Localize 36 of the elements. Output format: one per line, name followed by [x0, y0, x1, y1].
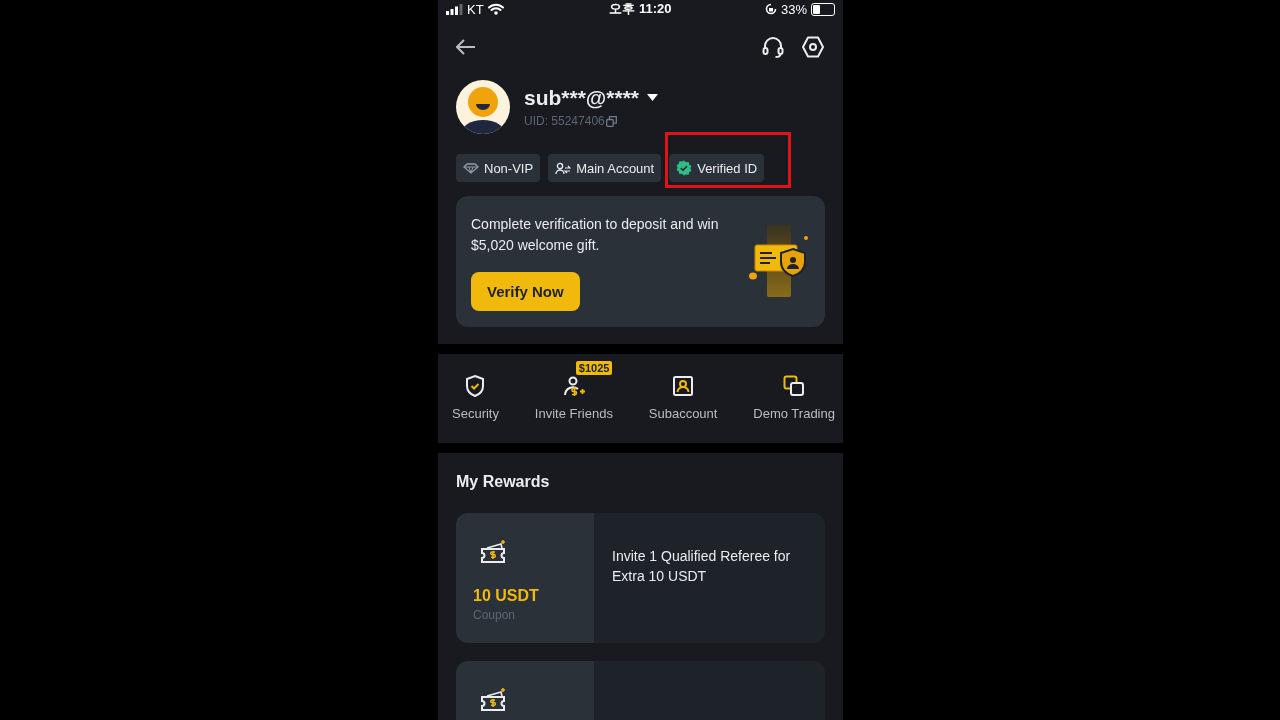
shortcut-button[interactable]: $1025 Invite Friends: [534, 360, 613, 421]
shortcut-button[interactable]: Subaccount: [648, 360, 718, 421]
section-title: My Rewards: [456, 473, 551, 491]
coupon-amount: 10 USDT: [473, 587, 539, 605]
verify-button[interactable]: Verify Now: [471, 272, 580, 311]
signal-icon: [446, 3, 463, 15]
account-tag[interactable]: Non-VIP: [456, 154, 541, 182]
reward-badge: $1025: [575, 361, 613, 375]
battery-percent: 33%: [780, 1, 807, 17]
avatar-icon[interactable]: [456, 80, 510, 134]
copy-icon[interactable]: [605, 115, 617, 127]
wifi-icon: [487, 3, 504, 15]
headset-icon[interactable]: [761, 35, 785, 59]
account-tag[interactable]: Main Account: [548, 154, 662, 182]
coupon-type: Coupon: [473, 608, 516, 622]
shortcut-button[interactable]: Demo Trading: [753, 360, 835, 421]
account-tag[interactable]: Verified ID: [669, 154, 765, 182]
user-switch-icon: [555, 162, 572, 174]
person-frame-icon: [671, 374, 696, 398]
shortcut-button[interactable]: Security: [452, 360, 499, 421]
battery-icon: [811, 2, 835, 16]
rotation-lock-icon: [764, 3, 777, 15]
uid-text: UID: 55247406: [524, 114, 605, 128]
verified-check-icon: [676, 160, 693, 176]
overlapping-squares-icon: [782, 374, 807, 398]
back-arrow-icon[interactable]: [456, 39, 476, 55]
status-time: 오후 11:20: [609, 0, 672, 18]
reward-card[interactable]: 10 USDT Coupon Invite 1 Qualified Referee for Extra 10 USDT: [456, 513, 825, 643]
account-name: sub***@****: [524, 86, 640, 110]
settings-icon[interactable]: [801, 35, 825, 59]
diamond-icon: [463, 162, 479, 174]
dropdown-caret-icon[interactable]: [647, 94, 659, 102]
carrier-name: KT: [467, 1, 484, 17]
person-dollar-icon: [561, 374, 586, 398]
promo-text: Complete verification to deposit and win $5,020 welcome gift.: [471, 215, 720, 255]
reward-description: Invite 1 Qualified Referee for Extra 10 USDT: [612, 547, 792, 586]
